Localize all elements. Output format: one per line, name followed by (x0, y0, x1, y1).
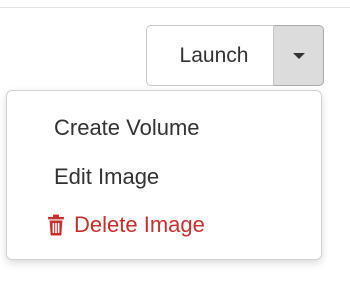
launch-button-group: Launch (146, 25, 324, 86)
menu-item-label: Delete Image (74, 212, 205, 237)
launch-button[interactable]: Launch (146, 25, 274, 86)
menu-item-label: Edit Image (54, 164, 160, 189)
launch-dropdown-toggle[interactable] (274, 25, 324, 86)
page: Launch Create Volume Edit Image Delete I… (0, 0, 350, 300)
top-divider (0, 0, 350, 8)
menu-item-edit-image[interactable]: Edit Image (7, 155, 321, 199)
menu-item-create-volume[interactable]: Create Volume (7, 106, 321, 150)
caret-down-icon (292, 52, 305, 59)
menu-item-delete-image[interactable]: Delete Image (7, 203, 321, 247)
trash-icon (48, 214, 64, 236)
menu-item-label: Create Volume (54, 115, 200, 140)
actions-dropdown-menu: Create Volume Edit Image Delete Image (6, 90, 322, 260)
